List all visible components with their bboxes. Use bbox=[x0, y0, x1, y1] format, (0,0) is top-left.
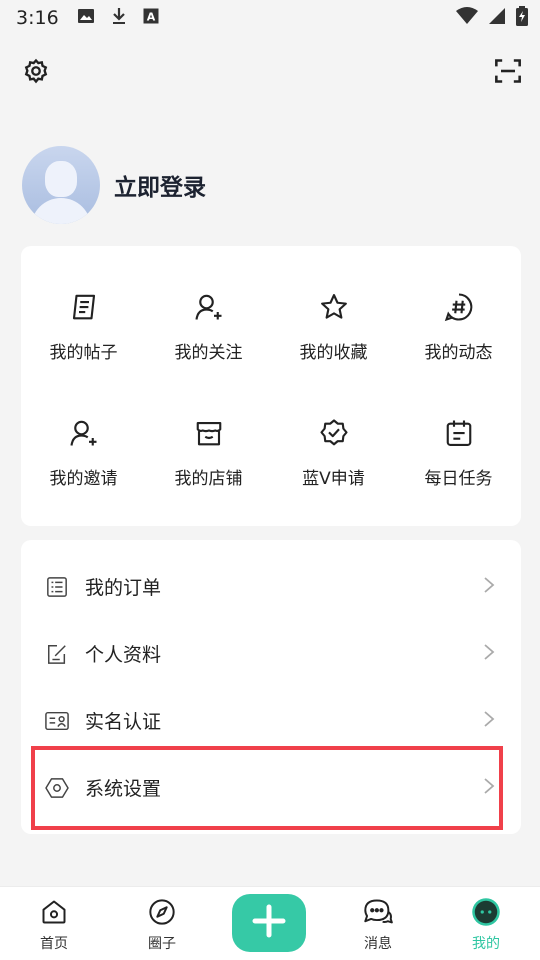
list-item-system-settings[interactable]: 系统设置 bbox=[21, 754, 521, 821]
hashtag-icon bbox=[442, 290, 476, 324]
top-toolbar bbox=[0, 55, 540, 91]
tab-home[interactable]: 首页 bbox=[0, 887, 108, 960]
login-label[interactable]: 立即登录 bbox=[114, 168, 206, 202]
store-icon bbox=[192, 416, 226, 450]
hexagon-icon bbox=[45, 776, 69, 800]
grid-item-my-posts[interactable]: 我的帖子 bbox=[21, 260, 146, 386]
chevron-right-icon bbox=[483, 643, 495, 665]
edit-icon bbox=[45, 642, 69, 666]
a-icon: A bbox=[143, 7, 159, 29]
list-item-my-orders[interactable]: 我的订单 bbox=[21, 553, 521, 620]
grid-item-blue-v[interactable]: 蓝V申请 bbox=[271, 386, 396, 512]
grid-item-my-store[interactable]: 我的店铺 bbox=[146, 386, 271, 512]
add-post-button[interactable] bbox=[232, 894, 306, 952]
compass-icon bbox=[147, 897, 177, 927]
grid-item-my-invites[interactable]: 我的邀请 bbox=[21, 386, 146, 512]
grid-item-my-follows[interactable]: 我的关注 bbox=[146, 260, 271, 386]
svg-text:A: A bbox=[146, 11, 155, 24]
grid-item-my-favorites[interactable]: 我的收藏 bbox=[271, 260, 396, 386]
chevron-right-icon bbox=[483, 576, 495, 598]
tab-circle[interactable]: 圈子 bbox=[108, 887, 216, 960]
list-item-label: 我的订单 bbox=[85, 577, 162, 599]
grid-item-daily-tasks[interactable]: 每日任务 bbox=[396, 386, 521, 512]
grid-item-label: 我的店铺 bbox=[174, 469, 243, 489]
grid-item-label: 我的动态 bbox=[424, 343, 493, 363]
list-item-real-name[interactable]: 实名认证 bbox=[21, 687, 521, 754]
plus-icon bbox=[252, 904, 286, 942]
profile-login[interactable]: 立即登录 bbox=[22, 146, 206, 224]
document-icon bbox=[67, 290, 101, 324]
user-plus-icon bbox=[192, 290, 226, 324]
grid-item-label: 我的关注 bbox=[174, 343, 243, 363]
tab-label: 消息 bbox=[364, 936, 392, 952]
grid-item-label: 我的收藏 bbox=[299, 343, 368, 363]
grid-item-label: 蓝V申请 bbox=[302, 469, 365, 489]
feature-grid-card: 我的帖子 我的关注 我的收藏 我的动态 我的邀请 我的店铺 蓝V申请 每日任务 bbox=[21, 246, 521, 526]
list-item-label: 系统设置 bbox=[85, 778, 162, 800]
status-time: 3:16 bbox=[16, 7, 59, 29]
tab-mine[interactable]: 我的 bbox=[432, 887, 540, 960]
image-icon bbox=[77, 7, 95, 29]
menu-list-card: 我的订单 个人资料 实名认证 系统设置 bbox=[21, 540, 521, 834]
order-icon bbox=[45, 575, 69, 599]
chevron-right-icon bbox=[483, 777, 495, 799]
scan-icon[interactable] bbox=[494, 57, 522, 89]
list-item-profile[interactable]: 个人资料 bbox=[21, 620, 521, 687]
chat-icon bbox=[363, 897, 393, 927]
badge-check-icon bbox=[317, 416, 351, 450]
user-plus-icon bbox=[67, 416, 101, 450]
wifi-icon bbox=[456, 7, 478, 30]
grid-item-label: 我的帖子 bbox=[49, 343, 118, 363]
status-bar: 3:16 A bbox=[0, 0, 540, 36]
id-card-icon bbox=[45, 709, 69, 733]
grid-item-my-activity[interactable]: 我的动态 bbox=[396, 260, 521, 386]
avatar[interactable] bbox=[22, 146, 100, 224]
list-item-label: 个人资料 bbox=[85, 644, 162, 666]
battery-icon bbox=[516, 6, 528, 31]
home-icon bbox=[39, 897, 69, 927]
face-icon bbox=[471, 897, 501, 927]
calendar-icon bbox=[442, 416, 476, 450]
signal-icon bbox=[488, 7, 506, 30]
tab-label: 首页 bbox=[40, 936, 68, 952]
download-icon bbox=[111, 7, 127, 30]
chevron-right-icon bbox=[483, 710, 495, 732]
tab-messages[interactable]: 消息 bbox=[324, 887, 432, 960]
list-item-label: 实名认证 bbox=[85, 711, 162, 733]
tab-label: 我的 bbox=[472, 936, 500, 952]
gear-icon[interactable] bbox=[22, 57, 50, 89]
grid-item-label: 每日任务 bbox=[424, 469, 493, 489]
grid-item-label: 我的邀请 bbox=[49, 469, 118, 489]
tab-label: 圈子 bbox=[148, 936, 176, 952]
star-icon bbox=[317, 290, 351, 324]
